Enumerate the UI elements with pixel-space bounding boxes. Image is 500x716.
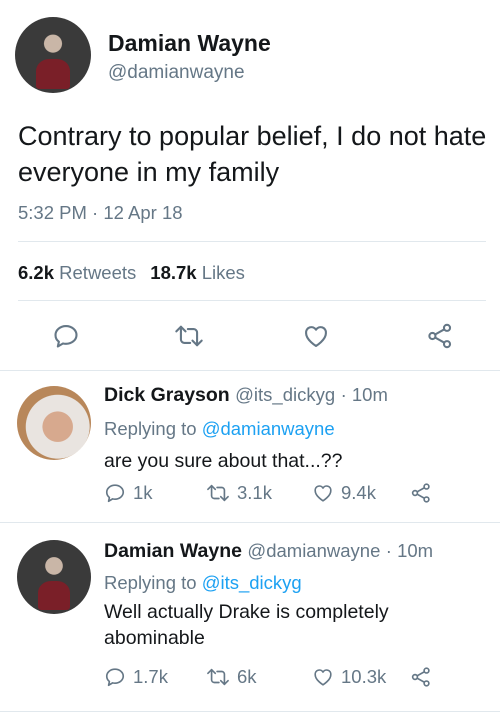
tweet-text: Contrary to popular belief, I do not hat… — [18, 121, 487, 187]
tweet-stats: 6.2k Retweets 18.7k Likes — [18, 262, 245, 284]
reply-count: 1k — [133, 482, 153, 503]
likes-stat[interactable]: 18.7k Likes — [150, 262, 245, 283]
heart-icon — [314, 485, 332, 502]
author-name[interactable]: Dick Grayson — [104, 384, 230, 406]
author-handle[interactable]: @damianwayne — [247, 540, 380, 561]
retweet-icon — [207, 484, 229, 502]
retweet-action[interactable]: 6k — [206, 666, 257, 688]
divider — [18, 300, 486, 301]
retweets-label: Retweets — [59, 262, 137, 283]
reply-tweet[interactable]: Dick Grayson @its_dickyg · 10m Replying … — [0, 370, 500, 522]
retweet-icon[interactable] — [171, 318, 207, 354]
reply-text: are you sure about that...?? — [104, 450, 343, 472]
reply-tweet[interactable]: Damian Wayne @damianwayne · 10m Replying… — [0, 522, 500, 712]
replying-to-label: Replying to — [104, 572, 197, 593]
like-count: 10.3k — [341, 666, 387, 687]
replying-to-handle[interactable]: @damianwayne — [202, 418, 335, 439]
reply-icon — [105, 668, 125, 687]
replying-to-handle[interactable]: @its_dickyg — [202, 572, 302, 593]
retweet-count: 6k — [237, 666, 257, 687]
share-action[interactable] — [410, 666, 439, 688]
tweet-action-bar — [0, 318, 500, 358]
share-icon[interactable] — [422, 318, 458, 354]
reply-action-bar: 1k 3.1k 9.4k — [104, 482, 484, 508]
reply-time: · 10m — [385, 540, 434, 561]
reply-action[interactable]: 1k — [104, 482, 153, 504]
reply-header: Damian Wayne @damianwayne · 10m — [104, 540, 433, 563]
retweets-stat[interactable]: 6.2k Retweets — [18, 262, 136, 283]
main-tweet: Damian Wayne @damianwayne Contrary to po… — [0, 0, 500, 370]
likes-label: Likes — [201, 262, 245, 283]
retweets-count: 6.2k — [18, 262, 55, 283]
reply-action-bar: 1.7k 6k 10.3k — [104, 666, 484, 692]
reply-count: 1.7k — [133, 666, 168, 687]
author-name[interactable]: Damian Wayne — [108, 30, 271, 57]
like-action[interactable]: 9.4k — [312, 482, 376, 504]
likes-count: 18.7k — [150, 262, 197, 283]
author-name[interactable]: Damian Wayne — [104, 540, 242, 562]
avatar[interactable] — [15, 17, 91, 93]
retweet-icon — [207, 668, 229, 686]
replying-to-label: Replying to — [104, 418, 197, 439]
reply-action[interactable]: 1.7k — [104, 666, 168, 688]
reply-icon[interactable] — [48, 318, 84, 354]
share-action[interactable] — [410, 482, 439, 504]
author-handle[interactable]: @its_dickyg — [235, 384, 335, 405]
reply-icon — [105, 484, 125, 503]
tweet-timestamp: 5:32 PM · 12 Apr 18 — [18, 202, 183, 223]
divider — [18, 241, 486, 242]
replying-to: Replying to @its_dickyg — [104, 572, 302, 594]
avatar[interactable] — [17, 540, 91, 614]
share-icon — [411, 483, 430, 503]
avatar[interactable] — [17, 386, 91, 460]
share-icon — [411, 667, 430, 687]
reply-text: Well actually Drake is completely abomin… — [104, 601, 389, 649]
replying-to: Replying to @damianwayne — [104, 418, 335, 440]
like-action[interactable]: 10.3k — [312, 666, 386, 688]
divider — [0, 711, 500, 712]
heart-icon[interactable] — [298, 318, 334, 354]
author-handle[interactable]: @damianwayne — [108, 62, 245, 84]
heart-icon — [314, 669, 332, 686]
retweet-count: 3.1k — [237, 482, 272, 503]
reply-time: · 10m — [340, 384, 388, 405]
retweet-action[interactable]: 3.1k — [206, 482, 272, 504]
reply-header: Dick Grayson @its_dickyg · 10m — [104, 384, 388, 407]
like-count: 9.4k — [341, 482, 376, 503]
